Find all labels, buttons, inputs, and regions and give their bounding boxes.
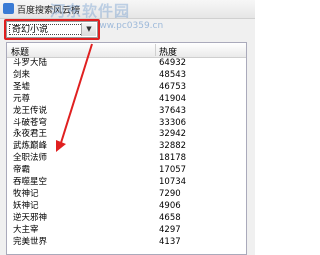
row-heat: 48543	[159, 69, 187, 80]
ranking-list[interactable]: 标题 热度 斗罗大陆 64932 剑来 48543 圣墟 46753 元尊 41904 龙王传说…	[6, 42, 247, 255]
table-row[interactable]: 牧神记 7290	[7, 189, 246, 200]
row-title: 斗破苍穹	[13, 117, 48, 128]
row-heat: 32942	[159, 129, 187, 140]
row-title: 吞噬星空	[13, 177, 48, 187]
row-title: 圣墟	[13, 81, 31, 92]
table-row[interactable]: 龙王传说 37643	[7, 106, 246, 117]
row-title: 武炼巅峰	[13, 141, 48, 152]
row-heat: 33306	[159, 117, 187, 128]
row-title: 元尊	[13, 93, 31, 104]
table-row[interactable]: 永夜君王 32942	[7, 129, 246, 140]
row-title: 龙王传说	[13, 105, 48, 116]
table-row[interactable]: 剑来 48543	[7, 70, 246, 81]
row-heat: 37643	[159, 105, 187, 116]
row-title: 帝霸	[13, 165, 31, 176]
table-row[interactable]: 帝霸 17057	[7, 165, 246, 176]
watermark-url: www.pc0359.cn	[92, 21, 164, 31]
row-title: 牧神记	[13, 188, 39, 199]
app-icon	[3, 3, 14, 14]
row-title: 斗罗大陆	[13, 58, 48, 68]
row-heat: 41904	[159, 93, 187, 104]
row-title: 大主宰	[13, 224, 39, 235]
row-heat: 4906	[159, 200, 181, 211]
list-header: 标题 热度	[7, 43, 246, 58]
row-title: 妖神记	[13, 200, 39, 211]
table-row[interactable]: 武炼巅峰 32882	[7, 141, 246, 152]
row-heat: 18178	[159, 153, 187, 164]
row-heat: 4658	[159, 212, 181, 223]
row-heat: 4137	[159, 236, 181, 247]
table-row[interactable]: 妖神记 4906	[7, 201, 246, 212]
row-title: 永夜君王	[13, 129, 48, 140]
row-title: 全职法师	[13, 153, 48, 164]
row-heat: 46753	[159, 81, 187, 92]
table-row[interactable]: 元尊 41904	[7, 94, 246, 105]
column-header-title[interactable]: 标题	[11, 45, 29, 58]
table-row[interactable]: 大主宰 4297	[7, 225, 246, 236]
row-heat: 32882	[159, 141, 187, 152]
watermark-logo: 河东软件园	[50, 2, 131, 20]
table-row[interactable]: 吞噬星空 10734	[7, 177, 246, 188]
row-title: 完美世界	[13, 236, 48, 247]
table-row[interactable]: 完美世界 4137	[7, 237, 246, 248]
table-row[interactable]: 斗罗大陆 64932	[7, 58, 246, 69]
column-header-heat[interactable]: 热度	[159, 45, 177, 58]
row-heat: 10734	[159, 177, 187, 187]
row-heat: 7290	[159, 188, 181, 199]
table-row[interactable]: 全职法师 18178	[7, 153, 246, 164]
row-title: 剑来	[13, 69, 31, 80]
table-row[interactable]: 逆天邪神 4658	[7, 213, 246, 224]
annotation-highlight-box	[4, 19, 100, 40]
row-title: 逆天邪神	[13, 212, 48, 223]
table-row[interactable]: 斗破苍穹 33306	[7, 118, 246, 129]
column-divider[interactable]	[155, 44, 156, 56]
row-heat: 64932	[159, 58, 187, 68]
table-row[interactable]: 圣墟 46753	[7, 82, 246, 93]
row-heat: 17057	[159, 165, 187, 176]
row-heat: 4297	[159, 224, 181, 235]
app-window: 百度搜索风云榜 河东软件园 www.pc0359.cn 奇幻小说 ▼ 标题 热度…	[0, 0, 255, 255]
